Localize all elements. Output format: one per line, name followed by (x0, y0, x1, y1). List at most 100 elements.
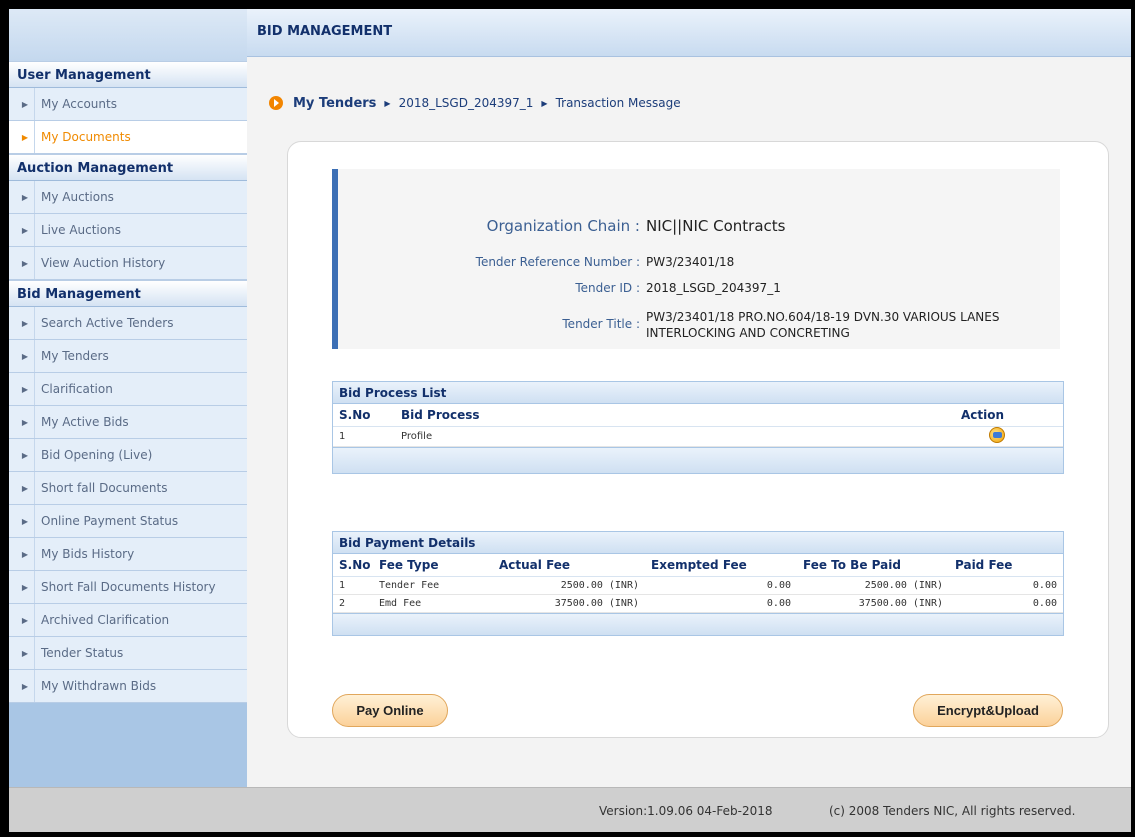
sidebar-item-bid-opening-live[interactable]: ▶ Bid Opening (Live) (9, 439, 247, 472)
cell-bid-process: Profile (395, 426, 955, 447)
arrow-icon: ▶ (21, 418, 29, 427)
arrow-icon: ▶ (21, 550, 29, 559)
cell-fee-to-be-paid: 2500.00 (INR) (797, 576, 949, 595)
sidebar-item-label: My Bids History (41, 547, 135, 561)
sidebar-item-label: My Auctions (41, 190, 114, 204)
arrow-icon: ▶ (21, 517, 29, 526)
sidebar-item-label: Short Fall Documents History (41, 580, 216, 594)
column-header-exempted-fee: Exempted Fee (645, 554, 797, 577)
encrypt-upload-button[interactable]: Encrypt&Upload (913, 694, 1063, 727)
column-header-bid-process: Bid Process (395, 404, 955, 427)
tender-title-value: PW3/23401/18 PRO.NO.604/18-19 DVN.30 VAR… (646, 309, 999, 341)
breadcrumb-my-tenders[interactable]: My Tenders (293, 96, 376, 111)
bid-process-table: S.No Bid Process Action 1 Profile (333, 404, 1063, 447)
sidebar-item-label: Search Active Tenders (41, 316, 174, 330)
sidebar-item-label: View Auction History (41, 256, 166, 270)
sidebar: User Management ▶ My Accounts ▶ My Documen… (9, 9, 247, 787)
cell-paid-fee: 0.00 (949, 576, 1063, 595)
page-footer: Version:1.09.06 04-Feb-2018 (c) 2008 Ten… (9, 787, 1131, 832)
edit-icon[interactable] (989, 426, 1005, 443)
column-header-fee-to-be-paid: Fee To Be Paid (797, 554, 949, 577)
tender-title-line-2: INTERLOCKING AND CONCRETING (646, 326, 850, 340)
tender-reference-value: PW3/23401/18 (646, 255, 735, 269)
cell-sno: 2 (333, 594, 373, 613)
bid-process-list-title: Bid Process List (333, 382, 1063, 404)
sidebar-item-label: Live Auctions (41, 223, 121, 237)
sidebar-item-short-fall-documents[interactable]: ▶ Short fall Documents (9, 472, 247, 505)
arrow-icon: ▶ (21, 385, 29, 394)
arrow-icon: ▶ (21, 133, 29, 142)
table-footer (333, 612, 1063, 635)
cell-fee-type: Tender Fee (373, 576, 493, 595)
breadcrumb-tender-id[interactable]: 2018_LSGD_204397_1 (399, 96, 534, 110)
sidebar-item-online-payment-status[interactable]: ▶ Online Payment Status (9, 505, 247, 538)
arrow-icon: ▶ (21, 352, 29, 361)
bid-payment-details: Bid Payment Details S.No Fee Type Actual… (332, 531, 1064, 636)
tender-info-panel: Organization Chain : NIC||NIC Contracts … (332, 169, 1060, 349)
sidebar-item-short-fall-documents-history[interactable]: ▶ Short Fall Documents History (9, 571, 247, 604)
page-header: BID MANAGEMENT (247, 9, 1131, 57)
arrow-icon: ▶ (21, 583, 29, 592)
cell-actual-fee: 2500.00 (INR) (493, 576, 645, 595)
sidebar-item-label: Archived Clarification (41, 613, 170, 627)
arrow-icon: ▶ (21, 193, 29, 202)
arrow-icon: ▶ (21, 100, 29, 109)
sidebar-item-label: Online Payment Status (41, 514, 179, 528)
cell-paid-fee: 0.00 (949, 594, 1063, 613)
column-header-paid-fee: Paid Fee (949, 554, 1063, 577)
sidebar-item-clarification[interactable]: ▶ Clarification (9, 373, 247, 406)
table-row: 1 Profile (333, 426, 1063, 447)
sidebar-item-my-documents[interactable]: ▶ My Documents (9, 121, 247, 154)
sidebar-item-label: My Withdrawn Bids (41, 679, 157, 693)
cell-fee-to-be-paid: 37500.00 (INR) (797, 594, 949, 613)
cell-sno: 1 (333, 576, 373, 595)
column-header-fee-type: Fee Type (373, 554, 493, 577)
cell-sno: 1 (333, 426, 395, 447)
arrow-icon: ▶ (21, 682, 29, 691)
cell-actual-fee: 37500.00 (INR) (493, 594, 645, 613)
tender-id-value: 2018_LSGD_204397_1 (646, 281, 781, 295)
sidebar-item-my-auctions[interactable]: ▶ My Auctions (9, 181, 247, 214)
breadcrumb-arrow-icon (269, 96, 283, 110)
sidebar-item-label: My Accounts (41, 97, 117, 111)
breadcrumb-separator-icon: ▶ (384, 98, 391, 108)
sidebar-item-view-auction-history[interactable]: ▶ View Auction History (9, 247, 247, 280)
content-card: Organization Chain : NIC||NIC Contracts … (287, 141, 1109, 738)
arrow-icon: ▶ (21, 451, 29, 460)
version-text: Version:1.09.06 04-Feb-2018 (599, 804, 773, 818)
column-header-action: Action (955, 404, 1063, 427)
cell-exempted-fee: 0.00 (645, 576, 797, 595)
sidebar-item-tender-status[interactable]: ▶ Tender Status (9, 637, 247, 670)
page-title: BID MANAGEMENT (257, 24, 393, 39)
cell-action (955, 426, 1063, 447)
sidebar-item-label: My Active Bids (41, 415, 129, 429)
breadcrumb: My Tenders ▶ 2018_LSGD_204397_1 ▶ Transa… (269, 94, 681, 112)
sidebar-item-live-auctions[interactable]: ▶ Live Auctions (9, 214, 247, 247)
sidebar-item-my-tenders[interactable]: ▶ My Tenders (9, 340, 247, 373)
sidebar-item-archived-clarification[interactable]: ▶ Archived Clarification (9, 604, 247, 637)
bid-payment-details-title: Bid Payment Details (333, 532, 1063, 554)
main-content: My Tenders ▶ 2018_LSGD_204397_1 ▶ Transa… (247, 57, 1131, 787)
sidebar-item-my-bids-history[interactable]: ▶ My Bids History (9, 538, 247, 571)
sidebar-item-label: Clarification (41, 382, 113, 396)
sidebar-item-my-active-bids[interactable]: ▶ My Active Bids (9, 406, 247, 439)
app-window: User Management ▶ My Accounts ▶ My Documen… (9, 9, 1131, 832)
sidebar-item-my-accounts[interactable]: ▶ My Accounts (9, 88, 247, 121)
table-footer (333, 446, 1063, 473)
sidebar-top (9, 9, 247, 61)
sidebar-item-my-withdrawn-bids[interactable]: ▶ My Withdrawn Bids (9, 670, 247, 703)
column-header-sno: S.No (333, 554, 373, 577)
breadcrumb-current: Transaction Message (555, 96, 681, 110)
sidebar-item-label: My Tenders (41, 349, 109, 363)
table-row: 2 Emd Fee 37500.00 (INR) 0.00 37500.00 (… (333, 594, 1063, 613)
tender-id-label: Tender ID : (575, 281, 640, 295)
tender-title-label: Tender Title : (562, 317, 640, 331)
pay-online-button[interactable]: Pay Online (332, 694, 448, 727)
cell-exempted-fee: 0.00 (645, 594, 797, 613)
arrow-icon: ▶ (21, 259, 29, 268)
tender-title-line-1: PW3/23401/18 PRO.NO.604/18-19 DVN.30 VAR… (646, 310, 1000, 324)
sidebar-item-search-active-tenders[interactable]: ▶ Search Active Tenders (9, 307, 247, 340)
sidebar-section-auction-management: Auction Management (9, 154, 247, 181)
arrow-icon: ▶ (21, 319, 29, 328)
cell-fee-type: Emd Fee (373, 594, 493, 613)
